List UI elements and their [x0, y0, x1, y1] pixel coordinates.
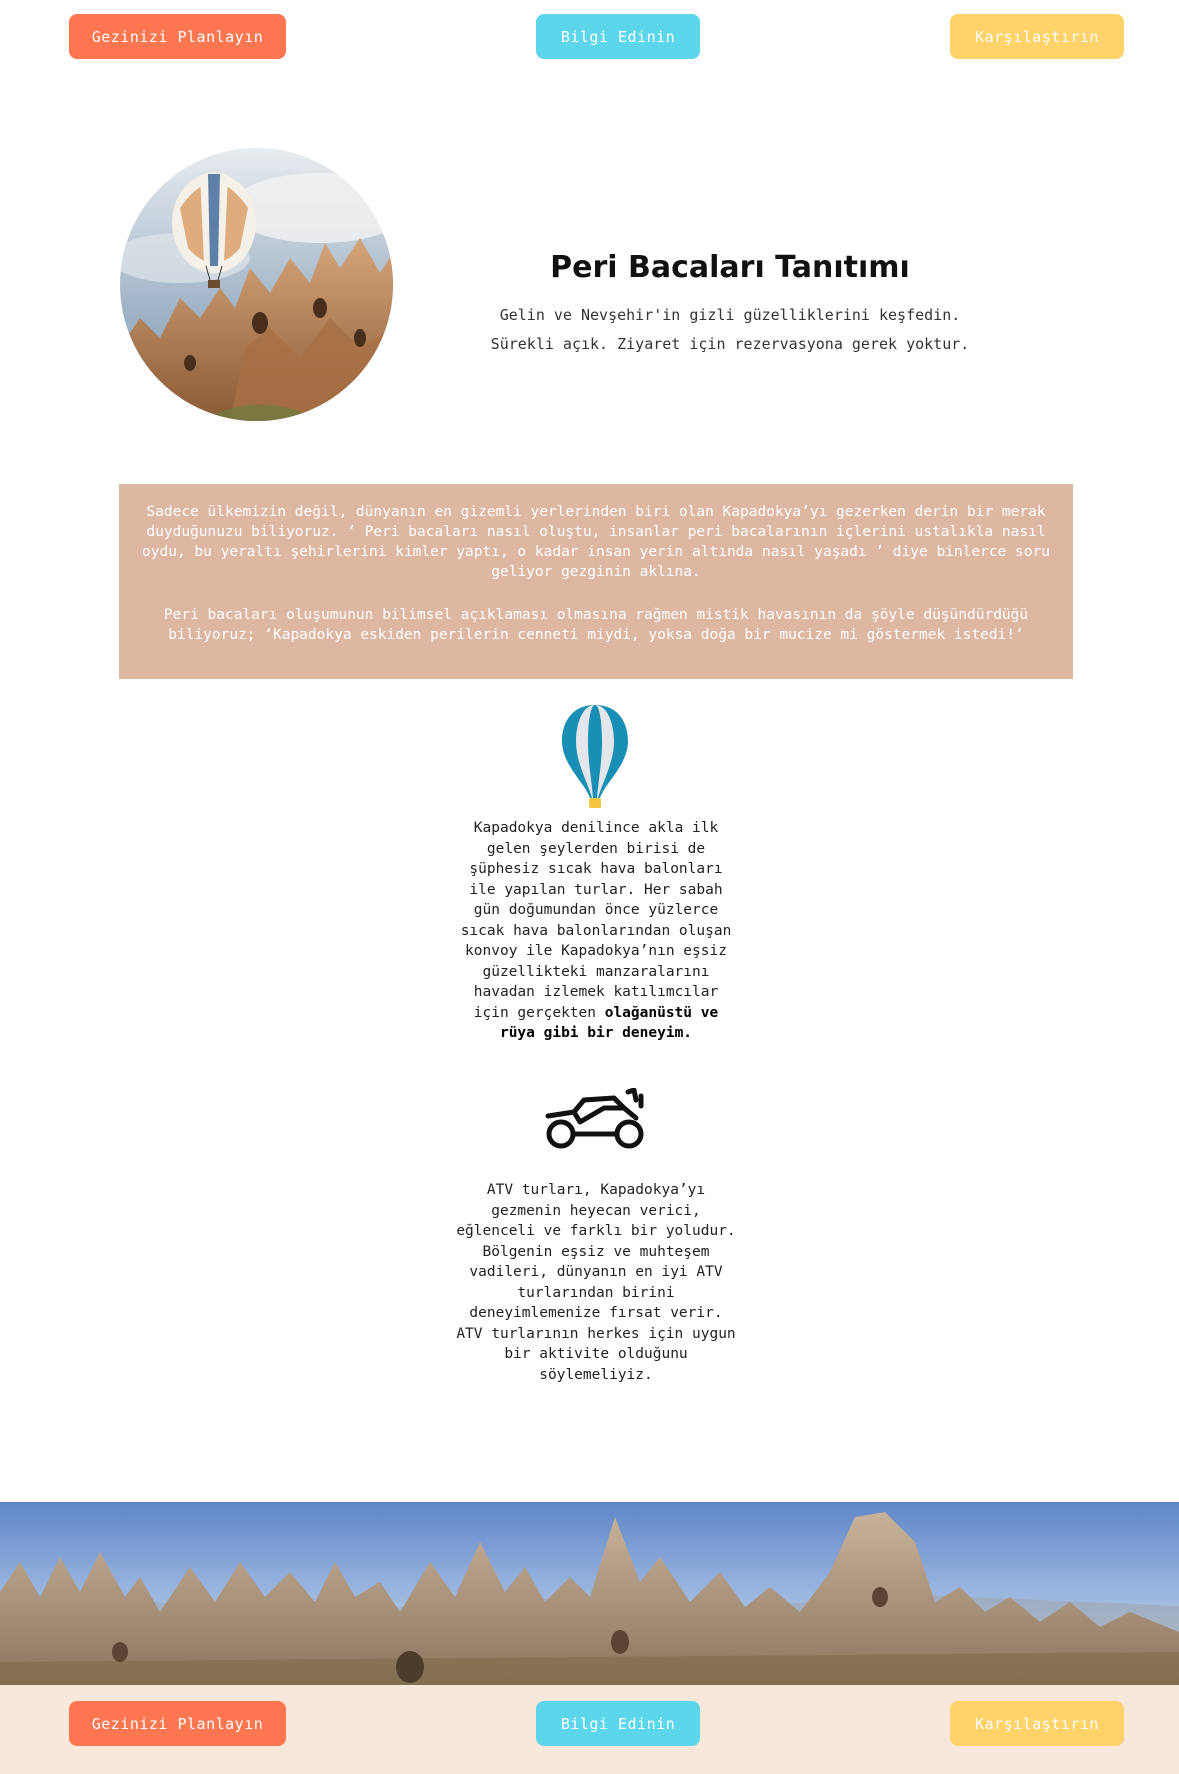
- page-title: Peri Bacaları Tanıtımı: [550, 250, 910, 285]
- story-block: Sadece ülkemizin değil, dünyanın en gize…: [119, 484, 1073, 679]
- footer-learn-more-button[interactable]: Bilgi Edinin: [536, 1701, 700, 1746]
- plan-trip-button[interactable]: Gezinizi Planlayın: [69, 14, 286, 59]
- hot-air-balloon-icon: [560, 703, 630, 809]
- footer-plan-trip-button[interactable]: Gezinizi Planlayın: [69, 1701, 286, 1746]
- story-paragraph-1: Sadece ülkemizin değil, dünyanın en gize…: [142, 504, 1050, 580]
- fairy-chimneys-banner-image: [0, 1502, 1179, 1685]
- hero-subtitle-1: Gelin ve Nevşehir'in gizli güzelliklerin…: [499, 306, 961, 324]
- balloon-feature-text: Kapadokya denilince akla ilk gelen şeyle…: [455, 818, 737, 1044]
- atv-feature-text: ATV turları, Kapadokya’yı gezmenin heyec…: [456, 1182, 736, 1383]
- compare-button[interactable]: Karşılaştırın: [950, 14, 1124, 59]
- footer-compare-button[interactable]: Karşılaştırın: [950, 1701, 1124, 1746]
- atv-icon: [544, 1087, 648, 1152]
- balloon-feature-body: Kapadokya denilince akla ilk gelen şeyle…: [460, 820, 732, 1021]
- story-paragraph-2: Peri bacaları oluşumunun bilimsel açıkla…: [163, 607, 1029, 643]
- footer: Gezinizi Planlayın Bilgi Edinin Karşılaş…: [0, 1685, 1179, 1774]
- hero-subtitle-2: Sürekli açık. Ziyaret için rezervasyona …: [490, 335, 970, 353]
- hero-balloon-image: [120, 148, 393, 421]
- learn-more-button[interactable]: Bilgi Edinin: [536, 14, 700, 59]
